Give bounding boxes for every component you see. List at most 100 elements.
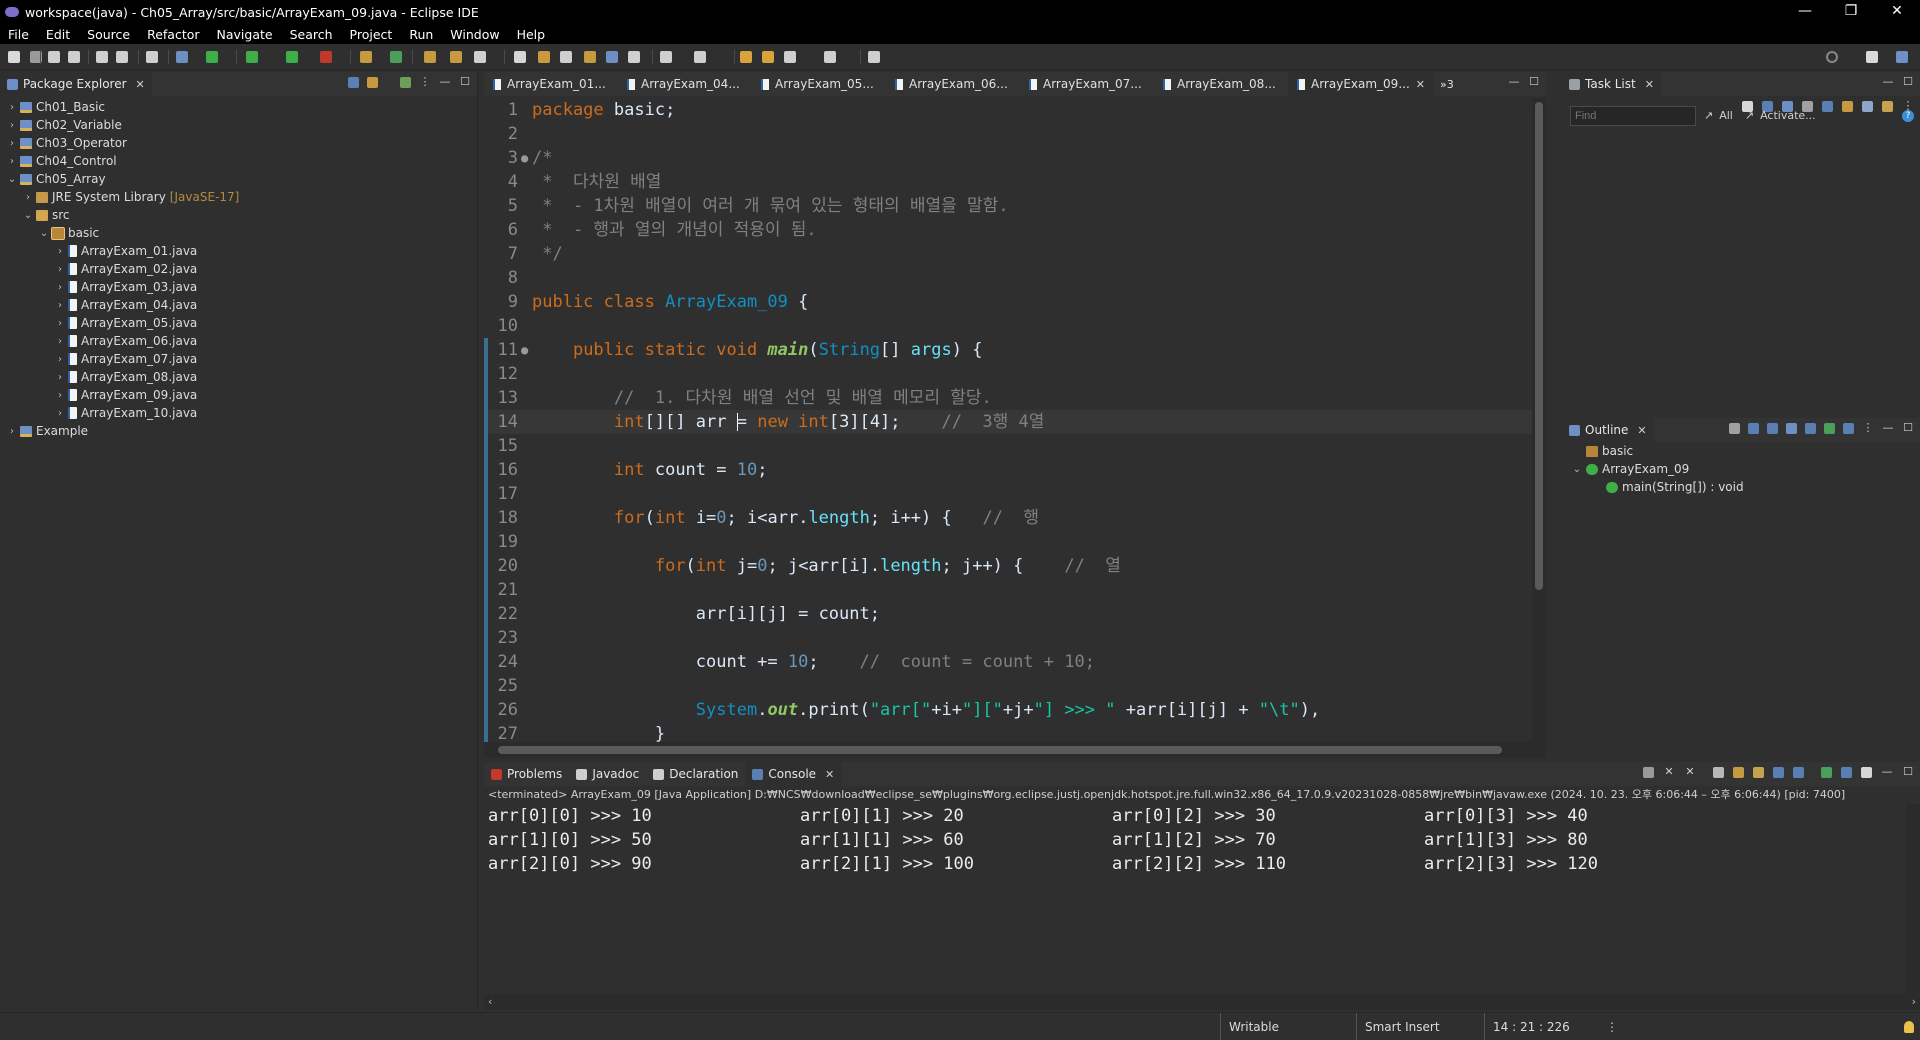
collapse-icon[interactable] [1862, 100, 1873, 112]
help-icon[interactable]: ? [1902, 110, 1914, 122]
view-menu-icon[interactable]: ⋮ [419, 76, 431, 88]
menu-file[interactable]: File [0, 27, 38, 42]
tree-item[interactable]: › Ch04_Control [0, 152, 477, 170]
clear-console-icon[interactable] [1713, 766, 1724, 778]
chevron-right-icon[interactable]: › [6, 156, 18, 167]
redo-icon[interactable] [116, 51, 128, 63]
chevron-right-icon[interactable]: › [54, 318, 66, 329]
new-icon[interactable] [8, 51, 20, 63]
view-menu-icon[interactable]: ⋮ [1862, 422, 1874, 434]
link-icon[interactable] [1882, 100, 1893, 112]
editor-tab[interactable]: ArrayExam_07... [1020, 72, 1154, 96]
chevron-right-icon[interactable]: › [6, 426, 18, 437]
chevron-right-icon[interactable]: › [6, 138, 18, 149]
activate-link[interactable]: Activate... [1760, 109, 1816, 122]
build-icon[interactable] [176, 51, 188, 63]
chevron-down-icon[interactable]: ⌄ [6, 174, 18, 185]
back-edit-icon[interactable] [740, 51, 752, 63]
tree-item[interactable]: › ArrayExam_04.java [0, 296, 477, 314]
maximize-view-icon[interactable]: ☐ [1528, 76, 1540, 88]
status-insert-mode[interactable]: Smart Insert [1356, 1013, 1484, 1040]
menu-source[interactable]: Source [79, 27, 139, 42]
next-annotation-icon[interactable] [660, 51, 672, 63]
tree-item[interactable]: › ArrayExam_07.java [0, 350, 477, 368]
open-perspective-button[interactable] [1866, 51, 1878, 63]
close-window-button[interactable]: ✕ [1874, 0, 1920, 24]
menu-refactor[interactable]: Refactor [139, 27, 208, 42]
tree-item[interactable]: › Example [0, 422, 477, 440]
pin-console-icon[interactable] [1821, 766, 1832, 778]
editor-vertical-scrollbar[interactable] [1532, 98, 1546, 742]
console-vertical-scrollbar[interactable] [1906, 804, 1920, 994]
tree-item[interactable]: › ArrayExam_06.java [0, 332, 477, 350]
editor-tab[interactable]: ArrayExam_08... [1154, 72, 1288, 96]
outline-tab[interactable]: Outline ✕ [1562, 418, 1654, 442]
undo-icon[interactable] [96, 51, 108, 63]
fold-marker-icon[interactable]: ● [521, 146, 528, 170]
minimize-view-icon[interactable]: — [1882, 76, 1894, 88]
new-java-project-icon[interactable] [360, 51, 372, 63]
editor-tab[interactable]: ArrayExam_09... ✕ [1288, 72, 1433, 96]
lightbulb-icon[interactable] [1904, 1021, 1914, 1033]
tree-item[interactable]: › Ch01_Basic [0, 98, 477, 116]
scroll-right-icon[interactable]: › [1912, 994, 1916, 1010]
chevron-right-icon[interactable]: › [54, 264, 66, 275]
menu-edit[interactable]: Edit [38, 27, 79, 42]
maximize-view-icon[interactable]: ☐ [459, 76, 471, 88]
filter-icon[interactable] [400, 76, 411, 88]
terminate-icon[interactable] [1643, 766, 1654, 778]
save-all-icon[interactable] [68, 51, 80, 63]
chevron-right-icon[interactable]: › [54, 282, 66, 293]
open-console-icon[interactable] [1861, 766, 1872, 778]
close-icon[interactable]: ✕ [1637, 424, 1646, 437]
task-find-input[interactable] [1570, 106, 1696, 126]
chevron-right-icon[interactable]: › [54, 390, 66, 401]
menu-project[interactable]: Project [342, 27, 402, 42]
menu-navigate[interactable]: Navigate [209, 27, 282, 42]
chevron-right-icon[interactable]: › [54, 408, 66, 419]
close-tab-icon[interactable]: ✕ [1416, 78, 1425, 91]
hide-local-types-icon[interactable] [1824, 422, 1835, 434]
outline-item[interactable]: ⌄ ArrayExam_09 [1562, 460, 1920, 478]
chevron-down-icon[interactable]: ⌄ [22, 210, 34, 221]
package-explorer-tab[interactable]: Package Explorer ✕ [0, 72, 152, 96]
java-perspective-icon[interactable] [1896, 51, 1908, 63]
scroll-lock-icon[interactable] [1733, 766, 1744, 778]
editor-tab[interactable]: ArrayExam_04... [618, 72, 752, 96]
bottom-tab-problems[interactable]: Problems [484, 762, 569, 786]
forward-icon[interactable] [824, 51, 836, 63]
tree-item[interactable]: › Ch03_Operator [0, 134, 477, 152]
debug-icon[interactable] [206, 51, 218, 63]
editor-horizontal-scrollbar[interactable] [484, 742, 1546, 758]
tree-item[interactable]: ⌄ src [0, 206, 477, 224]
word-wrap-icon[interactable] [1753, 766, 1764, 778]
external-tools-icon[interactable] [320, 51, 332, 63]
menu-search[interactable]: Search [282, 27, 342, 42]
open-task-icon[interactable] [450, 51, 462, 63]
tree-item[interactable]: › ArrayExam_05.java [0, 314, 477, 332]
editor-tab[interactable]: ArrayExam_01... [484, 72, 618, 96]
back-icon[interactable] [784, 51, 796, 63]
console-horizontal-scrollbar[interactable]: ‹ › [484, 994, 1920, 1010]
maximize-view-icon[interactable]: ☐ [1902, 76, 1914, 88]
hide-static-icon[interactable] [1786, 422, 1797, 434]
chevron-right-icon[interactable]: › [6, 120, 18, 131]
remove-launch-icon[interactable]: ✕ [1663, 766, 1675, 778]
minimize-view-icon[interactable]: — [439, 76, 451, 88]
hide-fields-icon[interactable] [1767, 422, 1778, 434]
tree-item[interactable]: › ArrayExam_10.java [0, 404, 477, 422]
tree-item[interactable]: › ArrayExam_03.java [0, 278, 477, 296]
word-wrap-icon[interactable] [538, 51, 550, 63]
chevron-right-icon[interactable]: › [6, 102, 18, 113]
close-icon[interactable]: ✕ [825, 768, 834, 781]
show-whitespace-icon[interactable] [560, 51, 572, 63]
save-icon[interactable] [48, 51, 60, 63]
minimize-view-icon[interactable]: — [1881, 766, 1893, 778]
chevron-down-icon[interactable]: ⌄ [1570, 464, 1584, 475]
show-stdout-icon[interactable] [1773, 766, 1784, 778]
all-link[interactable]: All [1719, 109, 1733, 122]
tree-item[interactable]: › ArrayExam_08.java [0, 368, 477, 386]
minimize-view-icon[interactable]: — [1508, 76, 1520, 88]
menu-help[interactable]: Help [509, 27, 555, 42]
link-with-editor-icon[interactable] [367, 76, 378, 88]
